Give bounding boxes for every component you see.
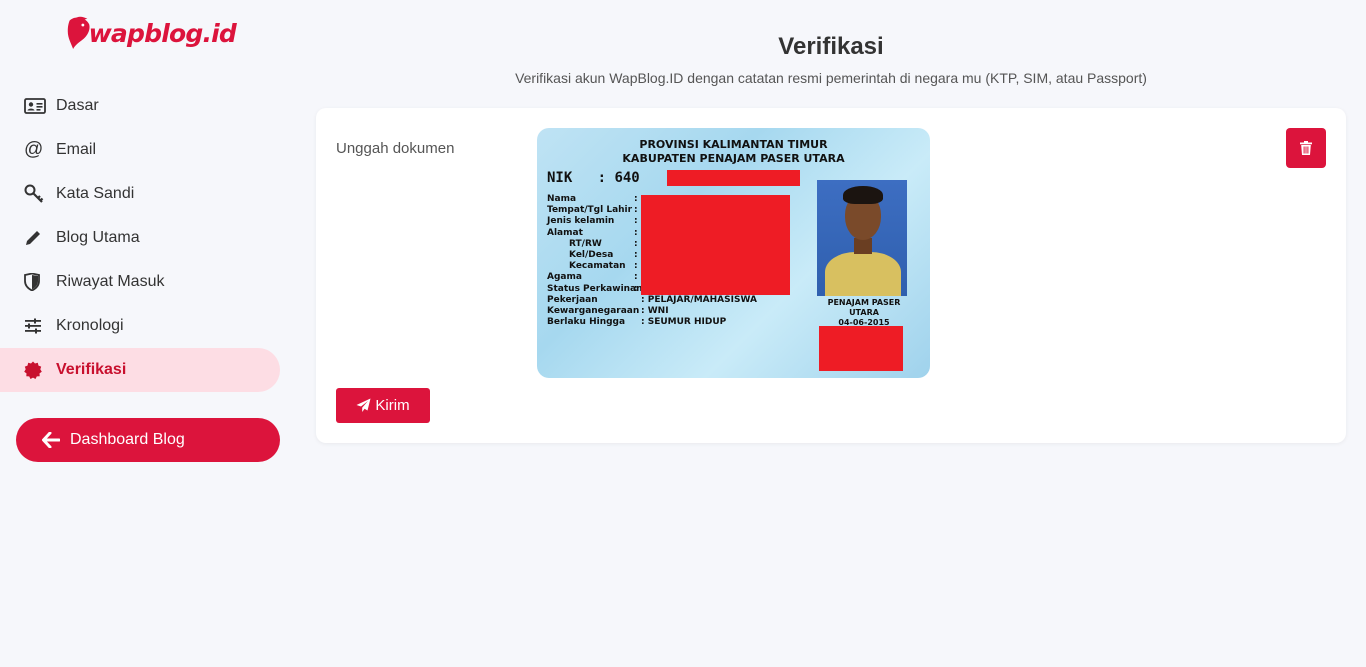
- redaction-fields: [641, 195, 790, 295]
- uploaded-document-preview: PROVINSI KALIMANTAN TIMUR KABUPATEN PENA…: [537, 128, 930, 378]
- id-issue-place: PENAJAM PASER UTARA 04-06-2015: [827, 298, 901, 327]
- logo[interactable]: wapblog.id: [66, 10, 237, 56]
- upload-label: Unggah dokumen: [336, 140, 455, 157]
- id-field-labels: Nama Tempat/Tgl Lahir Jenis kelamin Alam…: [547, 194, 643, 328]
- sidebar-item-label: Riwayat Masuk: [56, 273, 165, 290]
- id-nik: NIK : 640: [547, 170, 640, 186]
- page-title: Verifikasi: [778, 33, 884, 60]
- verification-card: Unggah dokumen PROVINSI KALIMANTAN TIMUR…: [316, 108, 1346, 443]
- sidebar-item-verifikasi[interactable]: Verifikasi: [0, 348, 280, 392]
- id-field-values: : PELAJAR/MAHASISWA : WNI : SEUMUR HIDUP: [641, 295, 757, 328]
- sidebar-item-blog-utama[interactable]: Blog Utama: [0, 216, 280, 260]
- badge-icon: [24, 360, 48, 380]
- id-field-colons: :::::::::: [634, 194, 638, 294]
- sidebar: wapblog.id Dasar @ Email Kata Sandi Blog…: [0, 0, 296, 667]
- sidebar-item-dasar[interactable]: Dasar: [0, 84, 280, 128]
- at-icon: @: [24, 139, 44, 160]
- sidebar-item-label: Dasar: [56, 97, 99, 114]
- id-province: PROVINSI KALIMANTAN TIMUR: [639, 138, 828, 151]
- trash-icon: [1300, 141, 1312, 155]
- paper-plane-icon: [356, 398, 371, 413]
- sidebar-item-kronologi[interactable]: Kronologi: [0, 304, 280, 348]
- key-icon: [24, 184, 48, 204]
- send-button-label: Kirim: [375, 397, 410, 414]
- shield-icon: [24, 272, 48, 292]
- page-header: Verifikasi Verifikasi akun WapBlog.ID de…: [316, 32, 1346, 86]
- pencil-icon: [24, 228, 48, 248]
- sidebar-item-label: Email: [56, 141, 97, 158]
- arrow-left-icon: [42, 432, 60, 448]
- id-regency: KABUPATEN PENAJAM PASER UTARA: [622, 152, 845, 165]
- sidebar-item-label: Verifikasi: [56, 361, 127, 378]
- id-photo: [817, 180, 907, 296]
- sidebar-item-label: Kata Sandi: [56, 185, 135, 202]
- sidebar-item-label: Kronologi: [56, 317, 124, 334]
- delete-document-button[interactable]: [1286, 128, 1326, 168]
- sidebar-item-label: Blog Utama: [56, 229, 140, 246]
- send-button[interactable]: Kirim: [336, 388, 430, 423]
- id-card-icon: [24, 96, 48, 116]
- redaction-nik: [667, 170, 800, 186]
- sliders-icon: [24, 316, 48, 336]
- dashboard-blog-button[interactable]: Dashboard Blog: [16, 418, 280, 462]
- dashboard-blog-label: Dashboard Blog: [70, 431, 185, 448]
- logo-text: wapblog.id: [88, 18, 237, 48]
- redaction-signature: [819, 326, 903, 371]
- page-subtitle: Verifikasi akun WapBlog.ID dengan catata…: [515, 70, 1147, 86]
- sidebar-item-riwayat-masuk[interactable]: Riwayat Masuk: [0, 260, 280, 304]
- sidebar-item-kata-sandi[interactable]: Kata Sandi: [0, 172, 280, 216]
- sidebar-item-email[interactable]: @ Email: [0, 128, 280, 172]
- sidebar-nav: Dasar @ Email Kata Sandi Blog Utama Riwa…: [0, 84, 280, 392]
